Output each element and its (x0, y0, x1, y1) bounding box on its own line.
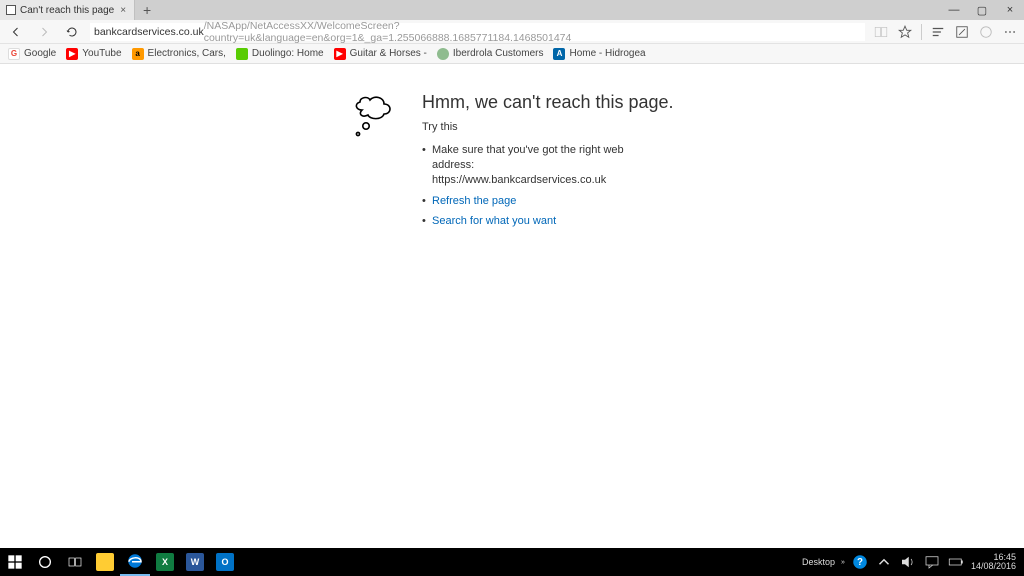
favorite-hidrogea[interactable]: A Home - Hidrogea (553, 48, 645, 60)
hidrogea-icon: A (553, 48, 565, 60)
browser-toolbar: bankcardservices.co.uk /NASApp/NetAccess… (0, 20, 1024, 44)
tray-battery-icon[interactable] (947, 553, 965, 571)
taskbar-excel[interactable]: X (150, 548, 180, 576)
iberdrola-icon (437, 48, 449, 60)
page-content: Hmm, we can't reach this page. Try this … (0, 64, 1024, 548)
tray-help-icon[interactable]: ? (851, 553, 869, 571)
favorite-guitar-horses[interactable]: ▶ Guitar & Horses - (334, 48, 427, 60)
thought-cloud-icon (348, 92, 404, 235)
cortana-button[interactable] (30, 548, 60, 576)
url-path: /NASApp/NetAccessXX/WelcomeScreen?countr… (204, 20, 718, 44)
favorites-bar: G Google ▶ YouTube a Electronics, Cars, … (0, 44, 1024, 64)
favorite-google[interactable]: G Google (8, 48, 56, 60)
outlook-icon: O (216, 553, 234, 571)
favorite-label: Google (24, 48, 56, 59)
close-window-button[interactable]: × (996, 0, 1024, 20)
taskbar: X W O Desktop » ? 16:45 14/08/2016 (0, 548, 1024, 576)
error-heading: Hmm, we can't reach this page. (422, 92, 674, 113)
address-bar[interactable] (718, 23, 861, 41)
favorite-iberdrola[interactable]: Iberdrola Customers (437, 48, 544, 60)
url-host: bankcardservices.co.uk (94, 26, 204, 38)
minimize-button[interactable]: — (940, 0, 968, 20)
refresh-button[interactable] (62, 22, 82, 42)
share-icon[interactable] (978, 24, 994, 40)
favorite-duolingo[interactable]: Duolingo: Home (236, 48, 324, 60)
desktop-toolbar-label[interactable]: Desktop (802, 557, 835, 567)
reading-view-icon[interactable] (873, 24, 889, 40)
hub-icon[interactable] (930, 24, 946, 40)
taskbar-outlook[interactable]: O (210, 548, 240, 576)
forward-button[interactable] (34, 22, 54, 42)
suggestion-check-address: Make sure that you've got the right web … (422, 143, 662, 188)
tray-chevron-up-icon[interactable] (875, 553, 893, 571)
youtube-icon: ▶ (66, 48, 78, 60)
excel-icon: X (156, 553, 174, 571)
webnote-icon[interactable] (954, 24, 970, 40)
back-button[interactable] (6, 22, 26, 42)
page-icon (6, 5, 16, 15)
edge-icon (126, 552, 144, 570)
browser-tab[interactable]: Can't reach this page × (0, 0, 135, 20)
start-button[interactable] (0, 548, 30, 576)
try-this-label: Try this (422, 121, 674, 133)
clock-date: 14/08/2016 (971, 562, 1016, 571)
task-view-button[interactable] (60, 548, 90, 576)
suggestion-search: Search for what you want (422, 214, 662, 229)
taskbar-file-explorer[interactable] (90, 548, 120, 576)
new-tab-button[interactable]: + (135, 0, 159, 20)
favorite-label: YouTube (82, 48, 121, 59)
amazon-icon: a (132, 48, 144, 60)
taskbar-edge[interactable] (120, 548, 150, 576)
maximize-button[interactable]: ▢ (968, 0, 996, 20)
google-icon: G (8, 48, 20, 60)
duolingo-icon (236, 48, 248, 60)
favorite-label: Duolingo: Home (252, 48, 324, 59)
window-controls: — ▢ × (940, 0, 1024, 20)
taskbar-clock[interactable]: 16:45 14/08/2016 (971, 553, 1016, 572)
window-titlebar: Can't reach this page × + — ▢ × (0, 0, 1024, 20)
suggestion-refresh: Refresh the page (422, 194, 662, 209)
youtube-icon: ▶ (334, 48, 346, 60)
favorite-label: Home - Hidrogea (569, 48, 645, 59)
svg-text:?: ? (857, 557, 863, 568)
favorite-electronics[interactable]: a Electronics, Cars, (132, 48, 226, 60)
favorite-label: Guitar & Horses - (350, 48, 427, 59)
taskbar-word[interactable]: W (180, 548, 210, 576)
favorite-star-icon[interactable] (897, 24, 913, 40)
tray-volume-icon[interactable] (899, 553, 917, 571)
tab-close-button[interactable]: × (118, 5, 128, 16)
file-explorer-icon (96, 553, 114, 571)
more-icon[interactable] (1002, 24, 1018, 40)
refresh-link[interactable]: Refresh the page (432, 195, 516, 207)
favorite-label: Electronics, Cars, (148, 48, 226, 59)
search-link[interactable]: Search for what you want (432, 215, 556, 227)
favorite-label: Iberdrola Customers (453, 48, 544, 59)
tray-action-center-icon[interactable] (923, 553, 941, 571)
word-icon: W (186, 553, 204, 571)
favorite-youtube[interactable]: ▶ YouTube (66, 48, 121, 60)
tab-title: Can't reach this page (20, 5, 114, 16)
